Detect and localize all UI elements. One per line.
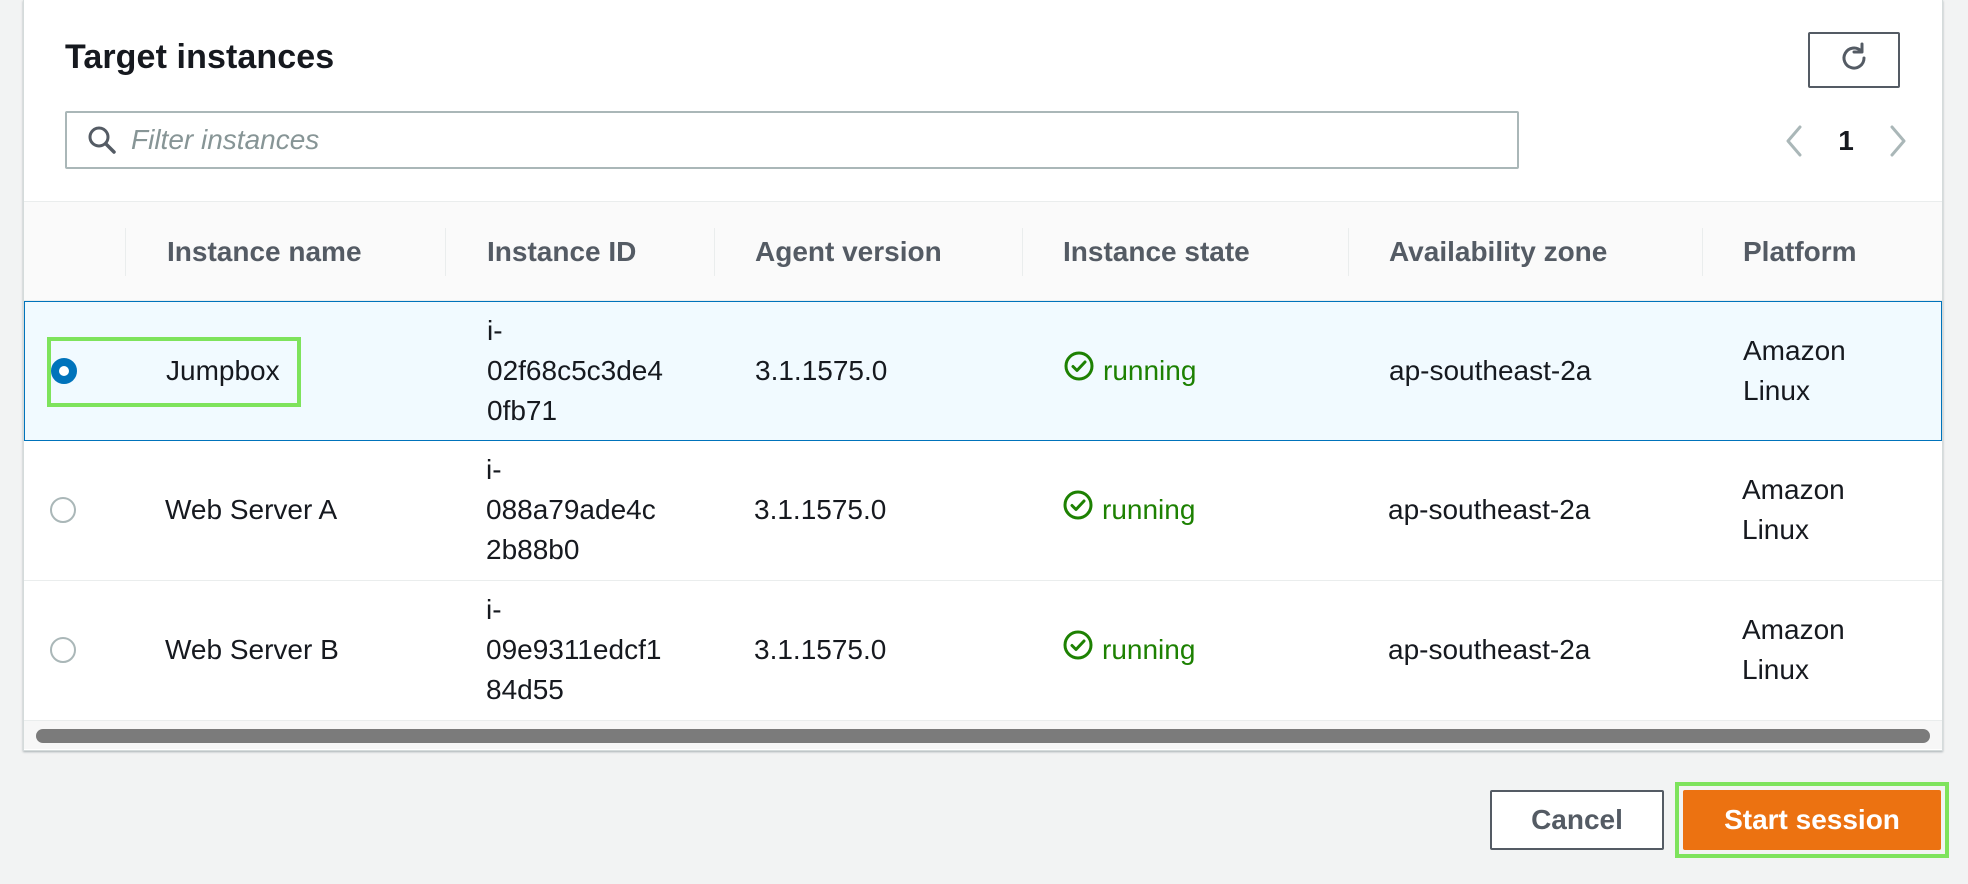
platform-line: Linux — [1742, 514, 1809, 545]
availability-zone: ap-southeast-2a — [1388, 634, 1591, 665]
column-divider[interactable] — [125, 228, 126, 276]
instance-id: i- 09e9311edcf1 84d55 — [486, 581, 661, 719]
row-radio-button[interactable] — [50, 637, 76, 663]
instance-id-line: i- — [486, 594, 502, 625]
column-divider[interactable] — [1348, 228, 1349, 276]
instance-id-line: i- — [486, 454, 502, 485]
horizontal-scrollbar[interactable] — [24, 721, 1942, 749]
scrollbar-thumb[interactable] — [36, 729, 1930, 743]
state-label: running — [1102, 634, 1196, 665]
instance-id-line: 088a79ade4c — [486, 494, 656, 525]
row-select-cell — [50, 581, 76, 719]
availability-zone: ap-southeast-2a — [1388, 494, 1591, 525]
agent-version: 3.1.1575.0 — [755, 355, 888, 386]
platform-line: Amazon — [1743, 335, 1846, 366]
column-divider[interactable] — [714, 228, 715, 276]
column-header-platform[interactable]: Platform — [1743, 202, 1857, 302]
instance-id-line: 02f68c5c3de4 — [487, 355, 663, 386]
chevron-left-icon[interactable] — [1776, 121, 1812, 161]
instance-id-line: 84d55 — [486, 674, 564, 705]
column-header-instance-id[interactable]: Instance ID — [487, 202, 636, 302]
pagination: 1 — [1776, 116, 1916, 166]
column-header-agent-version[interactable]: Agent version — [755, 202, 942, 302]
instances-table: Instance name Instance ID Agent version … — [24, 201, 1942, 721]
instance-id-line: i- — [487, 315, 503, 346]
agent-version: 3.1.1575.0 — [754, 634, 887, 665]
instance-name: Jumpbox — [166, 355, 280, 386]
instance-state: running — [1062, 441, 1195, 579]
check-circle-icon — [1062, 489, 1102, 532]
row-select-cell — [51, 302, 77, 440]
page-number[interactable]: 1 — [1838, 125, 1854, 157]
instance-id-line: 2b88b0 — [486, 534, 580, 565]
instance-name: Web Server B — [165, 634, 339, 665]
refresh-button[interactable] — [1808, 32, 1900, 88]
instance-state: running — [1062, 581, 1195, 719]
platform-line: Amazon — [1742, 614, 1845, 645]
instance-id: i- 088a79ade4c 2b88b0 — [486, 441, 656, 579]
column-divider[interactable] — [1702, 228, 1703, 276]
instance-name: Web Server A — [165, 494, 338, 525]
row-radio-button[interactable] — [51, 358, 77, 384]
check-circle-icon — [1063, 350, 1103, 393]
platform: Amazon Linux — [1742, 441, 1845, 579]
chevron-right-icon[interactable] — [1880, 121, 1916, 161]
column-divider[interactable] — [445, 228, 446, 276]
instance-id-line: 09e9311edcf1 — [486, 634, 662, 665]
target-instances-panel: Target instances 1 Instance na — [23, 0, 1943, 751]
row-select-cell — [50, 441, 76, 579]
state-label: running — [1103, 355, 1197, 386]
instance-state: running — [1063, 302, 1196, 440]
table-row[interactable]: Web Server A i- 088a79ade4c 2b88b0 3.1.1… — [24, 441, 1942, 581]
filter-instances-search[interactable] — [65, 111, 1519, 169]
platform-line: Amazon — [1742, 474, 1845, 505]
instance-id-line: 0fb71 — [487, 395, 558, 426]
platform: Amazon Linux — [1743, 302, 1846, 440]
column-divider[interactable] — [1022, 228, 1023, 276]
table-row[interactable]: Jumpbox i- 02f68c5c3de4 0fb71 3.1.1575.0… — [24, 301, 1942, 441]
table-header: Instance name Instance ID Agent version … — [24, 201, 1942, 301]
refresh-icon — [1837, 41, 1871, 80]
platform: Amazon Linux — [1742, 581, 1845, 719]
column-header-instance-state[interactable]: Instance state — [1063, 202, 1250, 302]
availability-zone: ap-southeast-2a — [1389, 355, 1592, 386]
state-label: running — [1102, 494, 1196, 525]
table-row[interactable]: Web Server B i- 09e9311edcf1 84d55 3.1.1… — [24, 581, 1942, 721]
column-header-availability-zone[interactable]: Availability zone — [1389, 202, 1607, 302]
check-circle-icon — [1062, 629, 1102, 672]
platform-line: Linux — [1743, 375, 1810, 406]
search-input[interactable] — [129, 123, 1517, 157]
platform-line: Linux — [1742, 654, 1809, 685]
column-header-instance-name[interactable]: Instance name — [167, 202, 362, 302]
instance-id: i- 02f68c5c3de4 0fb71 — [487, 302, 663, 440]
search-icon — [85, 123, 119, 157]
cancel-button[interactable]: Cancel — [1490, 790, 1664, 850]
panel-title: Target instances — [65, 38, 335, 76]
start-session-button[interactable]: Start session — [1683, 790, 1941, 850]
agent-version: 3.1.1575.0 — [754, 494, 887, 525]
row-radio-button[interactable] — [50, 497, 76, 523]
